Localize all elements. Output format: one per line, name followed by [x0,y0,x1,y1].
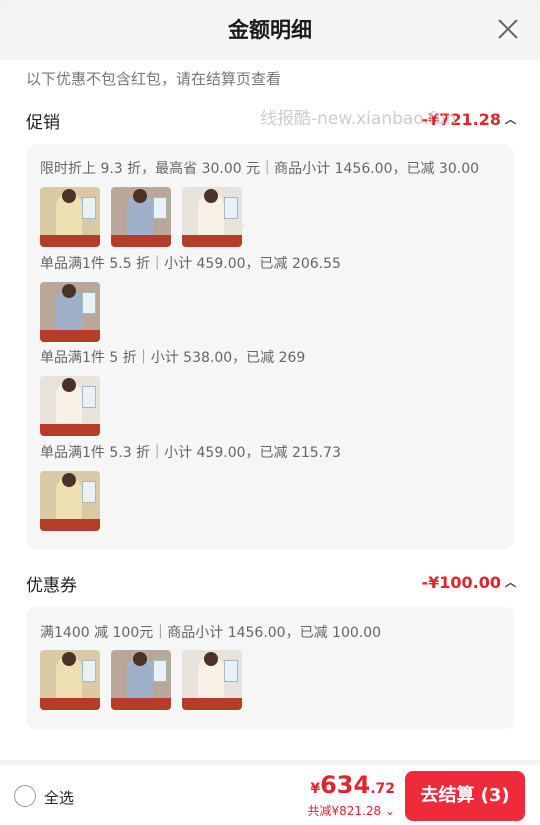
product-thumb-white-jacket-2[interactable] [40,376,100,436]
promo-line-3: 单品满1件 5 折｜小计 538.00，已减 269 [40,350,306,366]
detail-content: 以下优惠不包含红包，请在结算页查看 促销 -¥721.28 ︿ 限时折上 9.3 … [10,60,530,750]
close-icon[interactable] [495,16,521,42]
radio-unchecked-icon[interactable] [14,785,36,807]
coupon-section-title: 优惠券 [26,576,77,596]
promo-card: 限时折上 9.3 折，最高省 30.00 元｜商品小计 1456.00，已减 3… [26,144,514,550]
coupon-amount-value: -¥100.00 [421,573,501,592]
total-saved-label: 共减¥821.28 [307,804,382,818]
promo-line-2: 单品满1件 5.5 折｜小计 459.00，已减 206.55 [40,256,341,272]
price-integer: 634 [320,771,371,799]
coupon-line: 满1400 减 100元｜商品小计 1456.00，已减 100.00 [40,625,382,641]
sheet-header: 金额明细 [0,0,540,60]
currency-symbol: ¥ [310,781,321,797]
chevron-up-icon: ︿ [505,113,516,126]
amount-detail-sheet: 金额明细 以下优惠不包含红包，请在结算页查看 促销 -¥721.28 ︿ 限时折上… [0,0,540,760]
product-thumb-white-jacket[interactable] [182,187,242,247]
price-decimal: .72 [370,781,395,797]
promo-section-title: 促销 [26,113,60,133]
checkout-bar: 全选 ¥634.72 共减¥821.28 ⌄ 去结算 (3) [0,765,540,825]
chevron-down-icon: ⌄ [381,804,395,818]
coupon-amount[interactable]: -¥100.00 ︿ [421,573,516,592]
product-thumb-yellow-jacket-2[interactable] [40,471,100,531]
sheet-title: 金额明细 [228,18,312,42]
checkout-button[interactable]: 去结算 (3) [405,771,525,821]
promo-line-1: 限时折上 9.3 折，最高省 30.00 元｜商品小计 1456.00，已减 3… [40,161,480,177]
total-price: ¥634.72 [310,771,395,799]
promo-line-4: 单品满1件 5.3 折｜小计 459.00，已减 215.73 [40,445,341,461]
product-thumb-white-jacket-3[interactable] [182,650,242,710]
product-thumb-blue-jacket-2[interactable] [40,282,100,342]
product-thumb-blue-jacket-3[interactable] [111,650,171,710]
product-thumb-yellow-jacket[interactable] [40,187,100,247]
product-thumb-yellow-jacket-3[interactable] [40,650,100,710]
select-all-label[interactable]: 全选 [44,787,74,808]
chevron-up-icon: ︿ [505,576,516,589]
watermark: 线报酷-new.xianbao.fun [260,109,457,129]
total-saved[interactable]: 共减¥821.28 ⌄ [308,802,396,819]
coupon-card: 满1400 减 100元｜商品小计 1456.00，已减 100.00 [26,606,514,730]
product-thumb-blue-jacket[interactable] [111,187,171,247]
red-packet-note: 以下优惠不包含红包，请在结算页查看 [26,70,282,88]
